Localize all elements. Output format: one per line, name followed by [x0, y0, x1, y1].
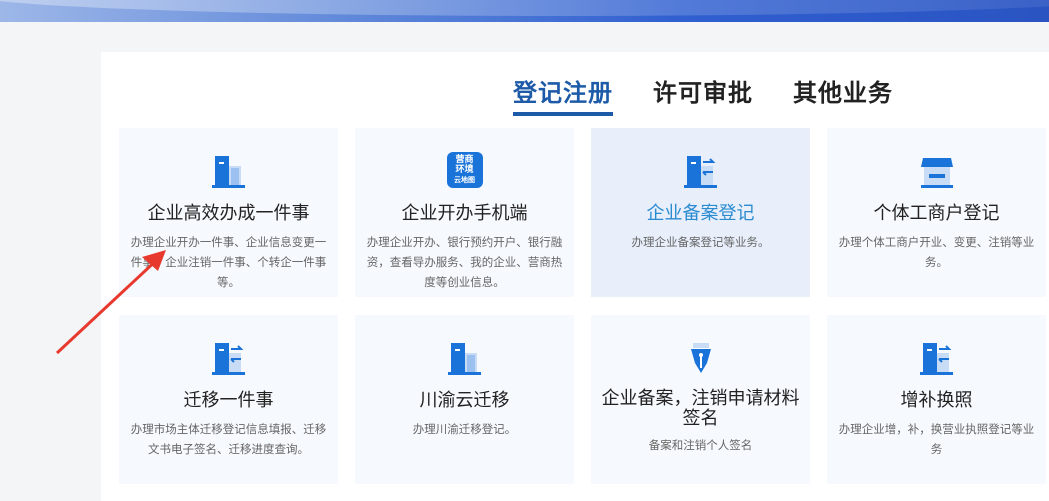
building-transfer-icon [919, 343, 953, 375]
top-banner [0, 0, 1049, 22]
card-chuanyu-cloud-migration[interactable]: 川渝云迁移 办理川渝迁移登记。 [355, 315, 574, 484]
shop-icon [920, 158, 953, 188]
card-description: 办理市场主体迁移登记信息填报、迁移文书电子签名、迁移进度查询。 [130, 422, 327, 456]
card-title: 企业备案，注销申请材料签名 [601, 388, 800, 429]
card-filing-signature[interactable]: 企业备案，注销申请材料签名 备案和注销个人签名 [591, 315, 810, 484]
card-license-replacement[interactable]: 增补换照 办理企业增，补，换营业执照登记等业务 [827, 315, 1046, 484]
card-description: 备案和注销个人签名 [648, 438, 753, 452]
building-transfer-icon [211, 343, 245, 375]
building-transfer-icon [683, 156, 717, 188]
card-description: 办理个体工商户开业、变更、注销等业务。 [838, 235, 1035, 269]
tab-license-approval[interactable]: 许可审批 [653, 73, 753, 108]
card-title: 企业备案登记 [646, 203, 755, 224]
card-mobile-enterprise-opening[interactable]: 营商 环境 云地图 企业开办手机端 办理企业开办、银行预约开户、银行融资，查看导… [355, 128, 574, 297]
card-enterprise-one-thing[interactable]: 企业高效办成一件事 办理企业开办一件事、企业信息变更一件事、企业注销一件事、个转… [119, 128, 338, 297]
card-description: 办理企业备案登记等业务。 [631, 235, 770, 249]
pen-nib-icon [690, 343, 711, 373]
card-title: 个体工商户登记 [873, 203, 1000, 224]
card-title: 企业高效办成一件事 [147, 203, 310, 224]
card-description: 办理企业增，补，换营业执照登记等业务 [838, 422, 1035, 456]
card-description: 办理川渝迁移登记。 [412, 422, 517, 436]
card-individual-business[interactable]: 个体工商户登记 办理个体工商户开业、变更、注销等业务。 [827, 128, 1046, 297]
tab-other-business[interactable]: 其他业务 [793, 73, 893, 108]
card-title: 增补换照 [900, 390, 973, 411]
card-description: 办理企业开办、银行预约开户、银行融资，查看导办服务、我的企业、营商热度等创业信息… [366, 235, 563, 289]
card-enterprise-filing[interactable]: 企业备案登记 办理企业备案登记等业务。 [591, 128, 810, 297]
tab-registration[interactable]: 登记注册 [513, 73, 613, 116]
business-env-map-icon: 营商 环境 云地图 [446, 152, 483, 188]
card-title: 迁移一件事 [183, 390, 274, 411]
icon-text-line: 营商 [455, 155, 474, 165]
building-icon [211, 156, 245, 188]
icon-text-line: 环境 [455, 165, 474, 175]
card-migration-one-thing[interactable]: 迁移一件事 办理市场主体迁移登记信息填报、迁移文书电子签名、迁移进度查询。 [119, 315, 338, 484]
building-icon [447, 343, 481, 375]
card-title: 川渝云迁移 [419, 390, 510, 411]
icon-text-line: 云地图 [454, 176, 475, 184]
card-description: 办理企业开办一件事、企业信息变更一件事、企业注销一件事、个转企一件事等。 [130, 235, 327, 289]
card-title: 企业开办手机端 [401, 203, 528, 224]
